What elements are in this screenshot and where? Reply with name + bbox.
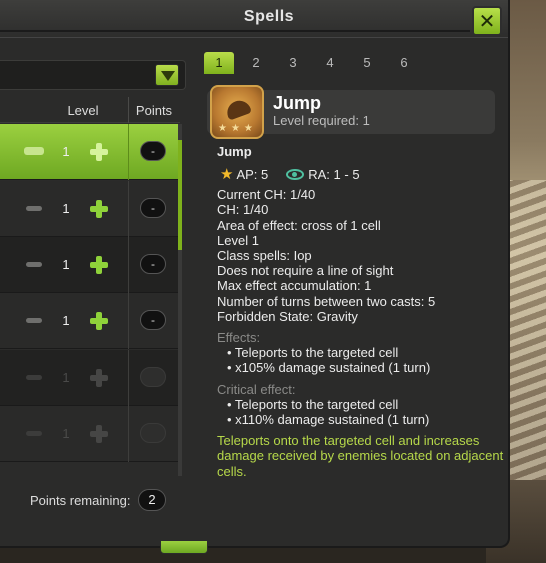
range: RA: 1 - 5: [308, 166, 360, 182]
spell-level: 1: [62, 144, 70, 159]
spell-stat-line: Max effect accumulation: 1: [217, 278, 372, 294]
spell-subtitle: Jump: [217, 144, 252, 159]
column-divider: [128, 350, 129, 406]
spell-description: Teleports onto the targeted cell and inc…: [217, 433, 504, 479]
column-divider: [128, 97, 129, 123]
tab-level-3[interactable]: 3: [278, 52, 308, 74]
spell-stat-line: Area of effect: cross of 1 cell: [217, 217, 381, 233]
spell-row[interactable]: 1 -: [0, 124, 178, 180]
column-divider: [128, 406, 129, 462]
spell-points: [140, 423, 166, 443]
jump-spell-icon: ★★★: [210, 85, 264, 139]
spell-stat-line: CH: 1/40: [217, 202, 269, 218]
spell-row[interactable]: 1 -: [0, 293, 178, 349]
spell-stat-line: Level 1: [217, 232, 259, 248]
spell-row[interactable]: 1 -: [0, 237, 178, 293]
spell-level-required: Level required: 1: [273, 113, 370, 128]
increase-level-button[interactable]: [88, 198, 110, 220]
spell-name: Jump: [273, 93, 322, 113]
tab-level-1[interactable]: 1: [204, 52, 234, 74]
increase-level-button: [88, 423, 110, 445]
spell-level: 1: [62, 313, 70, 328]
effect-line: • x105% damage sustained (1 turn): [227, 360, 431, 376]
spell-level: 1: [62, 426, 70, 441]
increase-level-button: [88, 367, 110, 389]
level-column-header: Level: [67, 103, 99, 118]
spell-stat-line: Does not require a line of sight: [217, 263, 394, 279]
spell-points: -: [140, 198, 166, 218]
close-button[interactable]: ✕: [472, 6, 502, 36]
spells-window: Spells ✕ Level Points 1 - 1 - 1 - 1 - 1 …: [0, 0, 510, 548]
spell-list-headers: Level Points: [0, 97, 180, 123]
eye-icon: [286, 168, 305, 180]
critical-effects-label: Critical effect:: [217, 381, 296, 397]
window-title: Spells: [243, 8, 295, 25]
column-divider: [128, 181, 129, 237]
spell-points: -: [140, 310, 166, 330]
spell-row[interactable]: 1 -: [0, 181, 178, 237]
column-divider: [128, 237, 129, 293]
spell-points: -: [140, 254, 166, 274]
title-bar[interactable]: Spells: [0, 0, 508, 38]
spell-level: 1: [62, 201, 70, 216]
decrease-level-button: [26, 431, 42, 436]
column-divider: [128, 293, 129, 349]
decrease-level-button[interactable]: [24, 147, 44, 155]
spell-row: 1: [0, 406, 178, 462]
spell-figure-icon: [223, 97, 253, 121]
critical-effect-line: • x110% damage sustained (1 turn): [227, 412, 430, 428]
filter-dropdown-button[interactable]: [155, 64, 179, 86]
spell-stat-line: Current CH: 1/40: [217, 187, 316, 203]
tab-level-2[interactable]: 2: [241, 52, 271, 74]
tab-level-6[interactable]: 6: [389, 52, 419, 74]
star-icon: ★: [220, 165, 234, 183]
title-divider: [0, 30, 470, 32]
decrease-level-button[interactable]: [26, 318, 42, 323]
decrease-level-button: [26, 375, 42, 380]
spell-stat-line: Forbidden State: Gravity: [217, 308, 358, 324]
points-remaining-label: Points remaining:: [30, 493, 131, 508]
increase-level-button[interactable]: [88, 310, 110, 332]
spell-points: -: [140, 141, 166, 161]
increase-level-button[interactable]: [88, 254, 110, 276]
tab-level-4[interactable]: 4: [315, 52, 345, 74]
bottom-tab-handle[interactable]: [160, 540, 208, 554]
decrease-level-button[interactable]: [26, 206, 42, 211]
column-divider: [128, 124, 129, 180]
spell-points: [140, 367, 166, 387]
star-icon: ★★★: [218, 123, 257, 134]
spell-costs: ★ AP: 5 RA: 1 - 5: [220, 163, 507, 185]
points-column-header: Points: [135, 103, 173, 118]
spell-row: 1: [0, 350, 178, 406]
critical-effect-line: • Teleports to the targeted cell: [227, 396, 399, 412]
spell-level: 1: [62, 370, 70, 385]
scrollbar-thumb[interactable]: [178, 140, 182, 250]
tab-level-5[interactable]: 5: [352, 52, 382, 74]
effects-label: Effects:: [217, 330, 261, 346]
spell-stat-line: Class spells: Iop: [217, 248, 312, 264]
decrease-level-button[interactable]: [26, 262, 42, 267]
ap-cost: AP: 5: [236, 166, 269, 182]
spell-level: 1: [62, 257, 70, 272]
effect-line: • Teleports to the targeted cell: [227, 345, 399, 361]
points-remaining-value: 2: [138, 489, 166, 511]
chevron-down-icon: [161, 71, 175, 81]
spell-stat-line: Number of turns between two casts: 5: [217, 293, 436, 309]
increase-level-button[interactable]: [88, 141, 110, 163]
spell-details: Jump ★ AP: 5 RA: 1 - 5 Current CH: 1/40 …: [217, 144, 507, 479]
